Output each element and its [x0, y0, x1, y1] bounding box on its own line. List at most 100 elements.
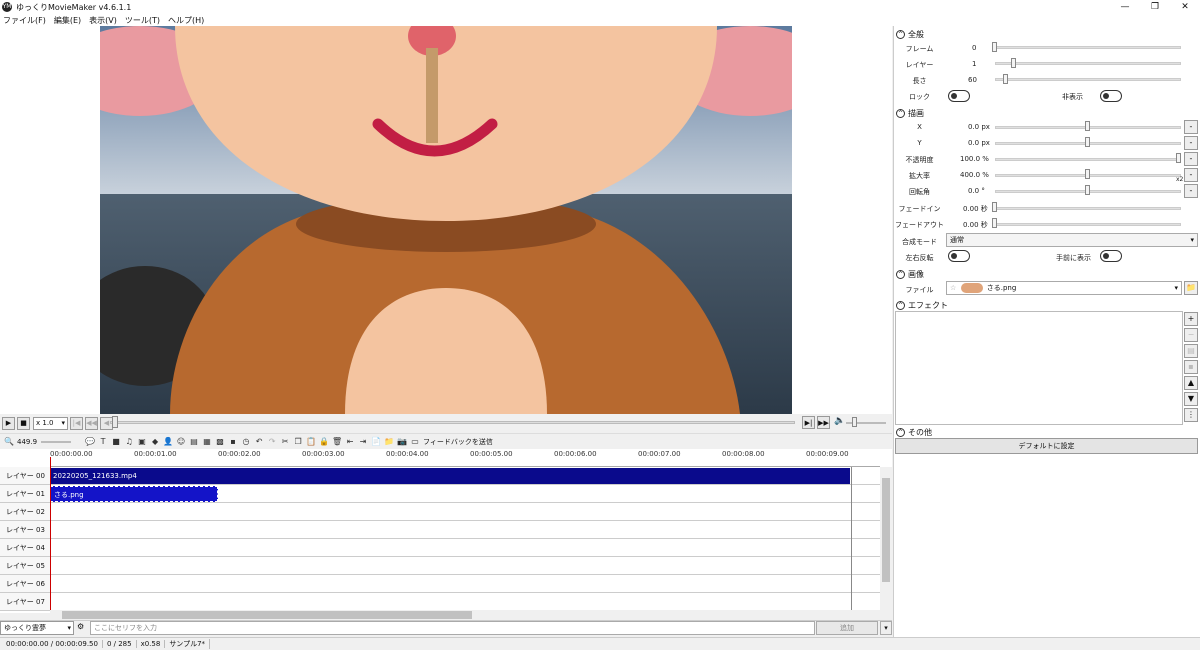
frame-slider-thumb[interactable]: [992, 42, 997, 52]
seek-bar[interactable]: [110, 421, 795, 424]
section-effect[interactable]: ^ エフェクト: [896, 299, 948, 311]
fadein-slider[interactable]: [995, 207, 1181, 210]
layer-slider[interactable]: [995, 62, 1181, 65]
frame-slider[interactable]: [995, 46, 1181, 49]
scale-reset-button[interactable]: -: [1184, 168, 1198, 182]
file-select[interactable]: ☆ さる.png ▾: [946, 281, 1182, 295]
minimize-button[interactable]: —: [1110, 0, 1140, 14]
close-button[interactable]: ✕: [1170, 0, 1200, 14]
delete-icon[interactable]: 🗑: [332, 437, 342, 447]
add-effect-button[interactable]: +: [1184, 312, 1198, 326]
undo-icon[interactable]: ↶: [254, 437, 264, 447]
layer-row[interactable]: [50, 557, 880, 575]
menu-help[interactable]: ヘルプ(H): [168, 15, 204, 26]
scale-value[interactable]: 400.0 %: [960, 171, 989, 179]
copy-icon[interactable]: ❐: [293, 437, 303, 447]
remove-effect-button[interactable]: −: [1184, 328, 1198, 342]
playhead[interactable]: [50, 457, 51, 613]
image-clip[interactable]: さる.png: [50, 486, 218, 502]
video-clip[interactable]: 20220205_121633.mp4: [50, 468, 850, 484]
y-reset-button[interactable]: -: [1184, 136, 1198, 150]
menu-tools[interactable]: ツール(T): [125, 15, 160, 26]
add-button[interactable]: 追加: [816, 621, 878, 635]
menu-file[interactable]: ファイル(F): [3, 15, 46, 26]
layer-label[interactable]: レイヤー 07: [0, 593, 50, 611]
opacity-reset-button[interactable]: -: [1184, 152, 1198, 166]
save-icon[interactable]: ▪: [228, 437, 238, 447]
group-icon[interactable]: ▦: [202, 437, 212, 447]
horizontal-scroll-thumb[interactable]: [62, 611, 472, 619]
flip-toggle[interactable]: [948, 250, 970, 262]
menu-view[interactable]: 表示(V): [89, 15, 117, 26]
y-slider-thumb[interactable]: [1085, 137, 1090, 147]
section-other[interactable]: ^ その他: [896, 426, 932, 438]
layer-label[interactable]: レイヤー 03: [0, 521, 50, 539]
timeline[interactable]: 00:00:00.00 00:00:01.00 00:00:02.00 00:0…: [0, 449, 892, 613]
camera-icon[interactable]: 📷: [397, 437, 407, 447]
file-icon[interactable]: 📄: [371, 437, 381, 447]
layer-row[interactable]: [50, 539, 880, 557]
effect-list[interactable]: [895, 311, 1183, 425]
feedback-icon[interactable]: ▭: [410, 437, 420, 447]
length-slider[interactable]: [995, 78, 1181, 81]
grid-icon[interactable]: ▩: [215, 437, 225, 447]
shape-icon[interactable]: ◆: [150, 437, 160, 447]
maximize-button[interactable]: ❐: [1140, 0, 1170, 14]
blend-mode-select[interactable]: 通常 ▾: [946, 233, 1198, 247]
rotation-slider-thumb[interactable]: [1085, 185, 1090, 195]
section-image[interactable]: ^ 画像: [896, 268, 924, 280]
browse-folder-button[interactable]: 📁: [1184, 281, 1198, 295]
voice-settings-icon[interactable]: ⚙: [77, 622, 84, 631]
layer-label[interactable]: レイヤー 06: [0, 575, 50, 593]
save-effect-button[interactable]: ▪: [1184, 360, 1198, 374]
layer-slider-thumb[interactable]: [1011, 58, 1016, 68]
fast-forward-button[interactable]: ▶▶: [817, 416, 830, 429]
add-options-dropdown[interactable]: ▾: [880, 621, 892, 635]
seek-thumb[interactable]: [112, 416, 118, 428]
speech-bubble-icon[interactable]: 💬: [85, 437, 95, 447]
prev-frame-button[interactable]: |◀: [70, 416, 83, 430]
opacity-slider-thumb[interactable]: [1176, 153, 1181, 163]
layer-row[interactable]: [50, 521, 880, 539]
zoom-slider[interactable]: [41, 440, 72, 443]
text-icon[interactable]: T: [98, 437, 108, 447]
join-icon[interactable]: ⇥: [358, 437, 368, 447]
clock-icon[interactable]: ◷: [241, 437, 251, 447]
redo-icon[interactable]: ↷: [267, 437, 277, 447]
length-slider-thumb[interactable]: [1003, 74, 1008, 84]
more-options-button[interactable]: ⋮: [1184, 408, 1198, 422]
rewind-button[interactable]: ◀◀: [85, 416, 98, 430]
character-icon[interactable]: 👤: [163, 437, 173, 447]
scene-icon[interactable]: ▤: [189, 437, 199, 447]
split-icon[interactable]: ⇤: [345, 437, 355, 447]
fadein-slider-thumb[interactable]: [992, 202, 997, 212]
paste-icon[interactable]: 📋: [306, 437, 316, 447]
opacity-value[interactable]: 100.0 %: [960, 155, 989, 163]
next-frame-button[interactable]: ▶|: [802, 416, 815, 429]
layer-label[interactable]: レイヤー 04: [0, 539, 50, 557]
lock-toggle[interactable]: [948, 90, 970, 102]
y-value[interactable]: 0.0 px: [968, 139, 990, 147]
folder-icon[interactable]: 📁: [384, 437, 394, 447]
layer-row[interactable]: さる.png: [50, 485, 880, 503]
fadeout-value[interactable]: 0.00 秒: [963, 220, 988, 230]
layer-row[interactable]: [50, 503, 880, 521]
rotation-reset-button[interactable]: -: [1184, 184, 1198, 198]
layer-row[interactable]: [50, 593, 880, 611]
cut-icon[interactable]: ✂: [280, 437, 290, 447]
music-icon[interactable]: ♫: [124, 437, 134, 447]
scale-slider-thumb[interactable]: [1085, 169, 1090, 179]
x-slider-thumb[interactable]: [1085, 121, 1090, 131]
fadeout-slider[interactable]: [995, 223, 1181, 226]
layer-prop-value[interactable]: 1: [972, 60, 976, 68]
opacity-slider[interactable]: [995, 158, 1181, 161]
feedback-button[interactable]: フィードバックを送信: [423, 437, 493, 447]
stop-button[interactable]: ■: [17, 416, 30, 430]
hide-toggle[interactable]: [1100, 90, 1122, 102]
volume-icon[interactable]: 🔈: [834, 416, 845, 426]
x-value[interactable]: 0.0 px: [968, 123, 990, 131]
front-toggle[interactable]: [1100, 250, 1122, 262]
face-icon[interactable]: ☺: [176, 437, 186, 447]
frame-value[interactable]: 0: [972, 44, 976, 52]
vertical-scroll-thumb[interactable]: [882, 478, 890, 582]
